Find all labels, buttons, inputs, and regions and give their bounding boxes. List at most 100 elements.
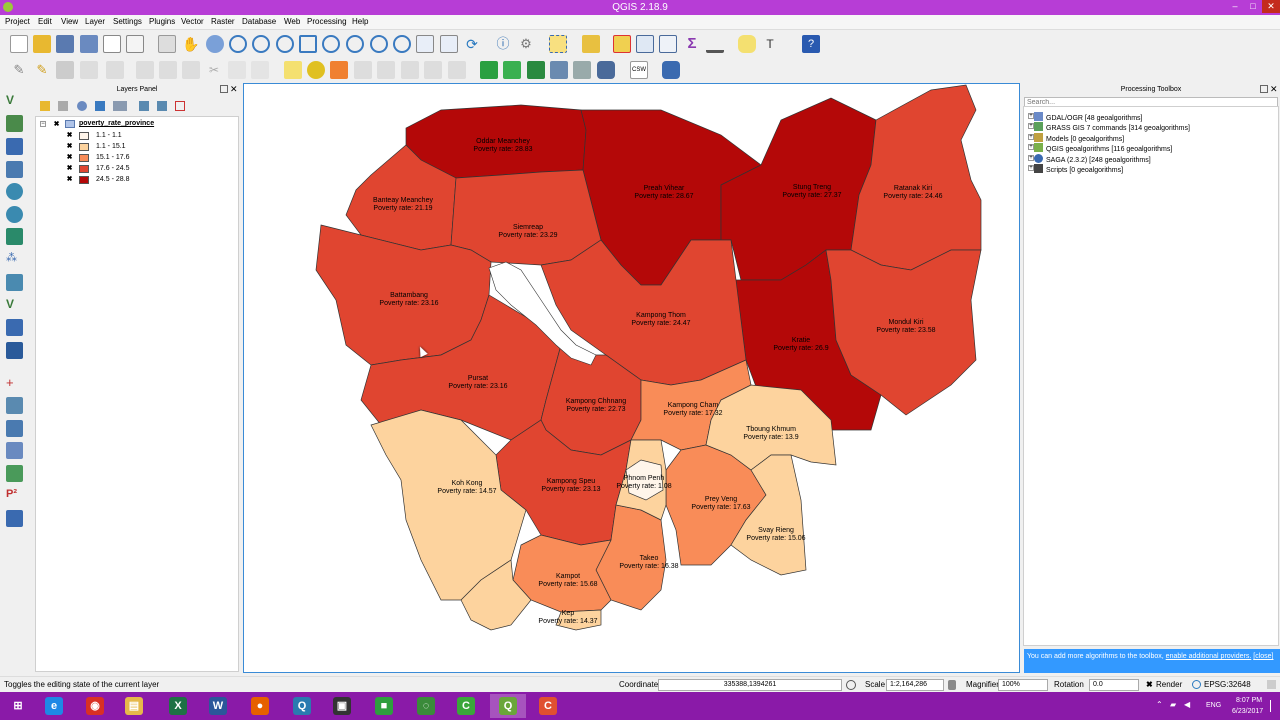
menu-processing[interactable]: Processing	[307, 17, 347, 26]
close-panel-icon[interactable]: ✕	[230, 84, 238, 95]
deselect-icon[interactable]	[613, 35, 631, 53]
float-panel-icon[interactable]	[220, 85, 228, 93]
new-project-icon[interactable]	[10, 35, 28, 53]
ruler-icon[interactable]	[6, 510, 23, 527]
provider-scripts[interactable]: Scripts [0 geoalgorithms]	[1034, 164, 1123, 174]
provider-saga[interactable]: SAGA (2.3.2) [248 geoalgorithms]	[1034, 154, 1151, 164]
coordinate-field[interactable]: 335388,1394261	[658, 679, 842, 691]
copy-icon[interactable]	[228, 61, 246, 79]
filter-legend-icon[interactable]	[95, 101, 105, 111]
provider-gdal[interactable]: GDAL/OGR [48 geoalgorithms]	[1034, 112, 1143, 122]
pin-labels-icon[interactable]	[354, 61, 372, 79]
add-delimited-text-icon[interactable]: ⁂	[6, 251, 23, 268]
zoom-to-layer-icon[interactable]	[346, 35, 364, 53]
taskbar-recorder[interactable]: C	[530, 694, 566, 718]
rotate-label-icon[interactable]	[424, 61, 442, 79]
provider-models[interactable]: Models [0 geoalgorithms]	[1034, 133, 1124, 143]
taskbar-excel[interactable]: X	[160, 694, 196, 718]
class-checkbox[interactable]: ✖	[66, 154, 73, 161]
map-tips-icon[interactable]	[738, 35, 756, 53]
refresh-icon[interactable]: ⟳	[463, 35, 481, 53]
save-edits-icon[interactable]	[56, 61, 74, 79]
class-checkbox[interactable]: ✖	[66, 176, 73, 183]
taskbar-globe[interactable]: ◌	[408, 694, 444, 718]
new-geopackage-icon[interactable]	[6, 342, 23, 359]
save-project-icon[interactable]	[56, 35, 74, 53]
add-wcs-icon[interactable]	[6, 206, 23, 223]
provider-grass[interactable]: GRASS GIS 7 commands [314 geoalgorithms]	[1034, 122, 1190, 132]
csw-icon[interactable]: CSW	[630, 61, 648, 79]
expand-all-icon[interactable]	[139, 101, 149, 111]
taskbar-search[interactable]: Q	[284, 694, 320, 718]
render-checkbox[interactable]: ✖	[1146, 680, 1153, 689]
taskbar-firefox[interactable]: ●	[242, 694, 278, 718]
new-print-composer-icon[interactable]	[103, 35, 121, 53]
move-label-icon[interactable]	[401, 61, 419, 79]
map-canvas[interactable]: Oddar Meanchey Poverty rate: 28.83 Preah V…	[243, 83, 1020, 673]
zoom-full-icon[interactable]	[299, 35, 317, 53]
add-feature-icon[interactable]	[80, 61, 98, 79]
collapse-all-icon[interactable]	[157, 101, 167, 111]
p2-icon[interactable]: P²	[6, 488, 23, 505]
statistics-icon[interactable]: Σ	[683, 35, 701, 53]
run-feature-action-icon[interactable]: ⚙	[517, 35, 535, 53]
change-label-icon[interactable]	[448, 61, 466, 79]
plugin-green3-icon[interactable]	[527, 61, 545, 79]
taskbar-start[interactable]: ⊞	[0, 694, 36, 718]
close-panel-icon[interactable]: ✕	[1270, 84, 1278, 95]
new-spatialite-icon[interactable]	[6, 319, 23, 336]
messages-icon[interactable]	[1267, 680, 1276, 689]
database-icon[interactable]	[597, 61, 615, 79]
magnifier-spinbox[interactable]: 100%	[998, 679, 1048, 691]
postgis-icon[interactable]	[6, 442, 23, 459]
tray-up-arrow-icon[interactable]: ⌃	[1156, 700, 1163, 709]
crs-status[interactable]: EPSG:32648	[1204, 680, 1251, 689]
new-shapefile-icon[interactable]: V	[6, 297, 23, 314]
toggle-editing-icon[interactable]: ✎	[33, 61, 51, 79]
pan-map-icon[interactable]: ✋	[182, 35, 200, 53]
add-virtual-layer-icon[interactable]	[6, 274, 23, 291]
menu-edit[interactable]: Edit	[38, 17, 52, 26]
clock-date[interactable]: 6/23/2017	[1232, 708, 1263, 715]
taskbar-ie[interactable]: e	[36, 694, 72, 718]
enable-providers-link[interactable]: enable additional providers.	[1166, 653, 1252, 660]
taskbar-camtasia[interactable]: C	[448, 694, 484, 718]
menu-view[interactable]: View	[61, 17, 78, 26]
zoom-native-icon[interactable]	[276, 35, 294, 53]
taskbar-word[interactable]: W	[200, 694, 236, 718]
attribute-table-icon[interactable]	[636, 35, 654, 53]
zoom-in-icon[interactable]	[229, 35, 247, 53]
current-edits-icon[interactable]: ✎	[10, 61, 28, 79]
menu-web[interactable]: Web	[284, 17, 300, 26]
delete-icon[interactable]	[182, 61, 200, 79]
class-checkbox[interactable]: ✖	[66, 132, 73, 139]
layer-visibility-checkbox[interactable]: ✖	[53, 121, 60, 128]
python-icon[interactable]	[662, 61, 680, 79]
add-vector-layer-icon[interactable]: V	[6, 93, 23, 110]
show-hide-labels-icon[interactable]	[377, 61, 395, 79]
province-ratanak-kiri[interactable]	[850, 84, 982, 271]
collapse-icon[interactable]: −	[40, 121, 46, 127]
menu-raster[interactable]: Raster	[211, 17, 235, 26]
layer-name[interactable]: poverty_rate_province	[79, 120, 154, 127]
menu-plugins[interactable]: Plugins	[149, 17, 175, 26]
new-map-view-icon[interactable]	[416, 35, 434, 53]
measure-icon[interactable]	[706, 35, 724, 53]
taskbar-explorer[interactable]: ▤	[116, 694, 152, 718]
add-mssql-icon[interactable]	[6, 161, 23, 178]
add-raster-layer-icon[interactable]	[6, 115, 23, 132]
pan-to-selection-icon[interactable]	[206, 35, 224, 53]
composer-manager-icon[interactable]	[126, 35, 144, 53]
zoom-to-selection-icon[interactable]	[322, 35, 340, 53]
scale-combo[interactable]: 1:2,164,286	[886, 679, 944, 691]
add-wfs-icon[interactable]	[6, 228, 23, 245]
field-calculator-icon[interactable]	[659, 35, 677, 53]
menu-layer[interactable]: Layer	[85, 17, 105, 26]
cut-icon[interactable]: ✂	[205, 61, 223, 79]
bookmark-icon[interactable]	[440, 35, 458, 53]
plugin-upload-icon[interactable]	[573, 61, 591, 79]
province-siemreap[interactable]	[450, 169, 602, 266]
taskbar-chrome[interactable]: ◉	[77, 694, 113, 718]
layer-diagram-icon[interactable]	[330, 61, 348, 79]
menu-vector[interactable]: Vector	[181, 17, 204, 26]
